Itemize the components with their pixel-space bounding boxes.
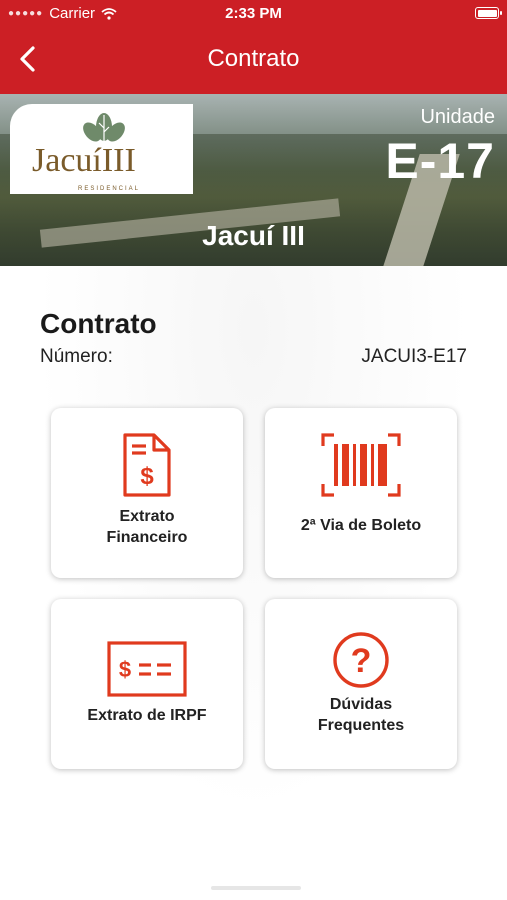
svg-text:$: $ — [119, 657, 131, 682]
document-dollar-icon: $ — [123, 433, 171, 497]
home-indicator — [211, 886, 301, 890]
extrato-irpf-label: Extrato de IRPF — [87, 707, 207, 724]
extrato-financeiro-label-2: Financeiro — [106, 529, 188, 546]
duvidas-frequentes-button[interactable]: ? Dúvidas Frequentes — [265, 599, 457, 769]
status-bar: ●●●●● Carrier 2:33 PM — [0, 0, 507, 28]
svg-text:$: $ — [140, 463, 154, 490]
nav-title: Contrato — [207, 45, 300, 72]
top-bar: ●●●●● Carrier 2:33 PM Contrato — [0, 0, 507, 94]
card-dollar-icon: $ — [107, 641, 187, 697]
extrato-financeiro-button[interactable]: $ Extrato Financeiro — [51, 408, 243, 578]
duvidas-frequentes-label-1: Dúvidas — [329, 696, 393, 713]
status-time: 2:33 PM — [225, 5, 282, 22]
development-logo: JacuíIII RESIDENCIAL — [10, 104, 193, 194]
extrato-financeiro-label-1: Extrato — [119, 508, 175, 525]
extrato-irpf-button[interactable]: $ Extrato de IRPF — [51, 599, 243, 769]
logo-text: JacuíIII — [32, 142, 136, 179]
svg-text:?: ? — [351, 642, 372, 680]
contract-title: Contrato — [40, 308, 157, 339]
duvidas-frequentes-label-2: Frequentes — [317, 717, 405, 734]
barcode-icon — [321, 433, 401, 497]
segunda-via-boleto-label: 2ª Via de Boleto — [300, 517, 422, 534]
question-circle-icon: ? — [333, 632, 389, 688]
leaf-logo-icon — [83, 113, 125, 142]
battery-icon — [475, 7, 502, 19]
unit-value: E-17 — [385, 133, 495, 189]
segunda-via-boleto-button[interactable]: 2ª Via de Boleto — [265, 408, 457, 578]
logo-subtext: RESIDENCIAL — [78, 186, 141, 192]
development-name: Jacuí III — [202, 220, 305, 251]
unit-label: Unidade — [420, 106, 495, 128]
contract-number-value: JACUI3-E17 — [361, 346, 467, 367]
contract-number-label: Número: — [40, 346, 113, 367]
